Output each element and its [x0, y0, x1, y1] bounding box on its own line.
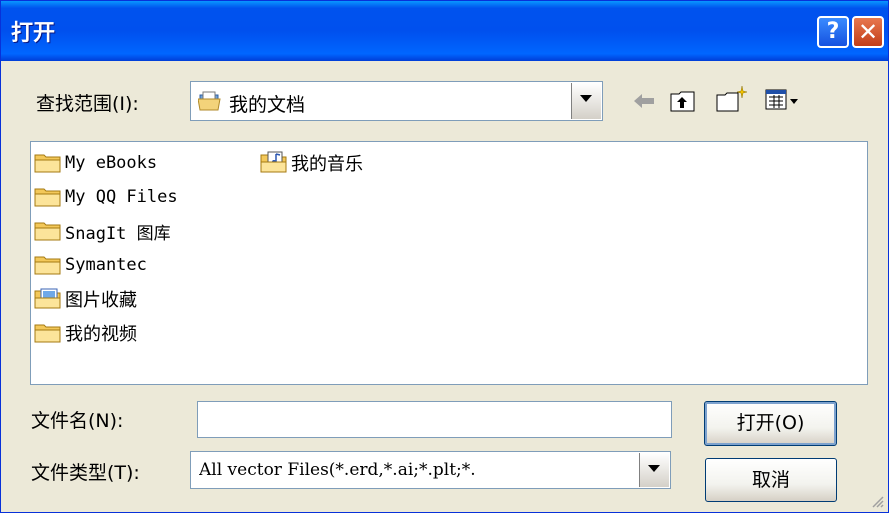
- new-folder-icon[interactable]: [716, 85, 748, 113]
- help-button[interactable]: ?: [817, 16, 849, 48]
- chevron-down-icon: [648, 465, 660, 472]
- file-name: 图片收藏: [65, 290, 137, 311]
- file-type-dropdown-button[interactable]: [639, 453, 669, 487]
- music-folder-icon: [260, 151, 287, 173]
- folder-icon: [34, 188, 61, 207]
- folder-icon: [34, 222, 61, 241]
- folder-icon: [34, 256, 61, 275]
- file-type-label: 文件类型(T):: [31, 462, 140, 484]
- list-item[interactable]: My QQ Files: [33, 182, 178, 212]
- folder-icon: [34, 324, 61, 343]
- file-name: Symantec: [65, 255, 147, 275]
- file-type-value: All vector Files(*.erd,*.ai;*.plt;*.: [199, 460, 476, 480]
- cancel-button[interactable]: 取消: [705, 458, 837, 502]
- list-item[interactable]: SnagIt 图库: [33, 216, 171, 246]
- pictures-folder-icon: [34, 288, 61, 309]
- up-folder-icon[interactable]: [670, 89, 696, 113]
- file-type-dropdown[interactable]: All vector Files(*.erd,*.ai;*.plt;*.: [190, 451, 671, 489]
- list-item[interactable]: 我的音乐: [259, 148, 363, 178]
- resize-grip-icon[interactable]: [870, 494, 884, 508]
- list-item[interactable]: My eBooks: [33, 148, 157, 178]
- file-name-label: 文件名(N):: [31, 410, 124, 432]
- look-in-label: 查找范围(I):: [36, 93, 139, 115]
- file-name: SnagIt 图库: [65, 223, 171, 244]
- my-documents-icon: [198, 91, 221, 111]
- back-arrow-icon[interactable]: [634, 93, 656, 109]
- file-name: My eBooks: [65, 153, 158, 173]
- file-name: 我的音乐: [291, 154, 363, 175]
- look-in-value: 我的文档: [229, 94, 306, 116]
- chevron-down-icon: [580, 95, 592, 102]
- list-item[interactable]: Symantec: [33, 250, 147, 280]
- file-name-input[interactable]: [197, 401, 672, 438]
- look-in-dropdown-button[interactable]: [571, 83, 601, 119]
- file-name: 我的视频: [65, 324, 137, 345]
- file-name: My QQ Files: [65, 187, 178, 207]
- folder-icon: [34, 154, 61, 173]
- look-in-dropdown[interactable]: 我的文档: [190, 81, 603, 121]
- file-list[interactable]: My eBooks My QQ Files SnagIt 图库 Symantec…: [30, 141, 868, 385]
- views-menu-icon[interactable]: [765, 89, 799, 111]
- list-item[interactable]: 图片收藏: [33, 284, 137, 314]
- close-button[interactable]: ✕: [852, 16, 884, 48]
- window-title: 打开: [11, 21, 56, 46]
- open-dialog: 打开 ? ✕ 查找范围(I): 我的文档 My eBooks My QQ Fil…: [0, 0, 889, 513]
- list-item[interactable]: 我的视频: [33, 318, 137, 348]
- title-bar[interactable]: 打开 ? ✕: [1, 1, 888, 61]
- open-button[interactable]: 打开(O): [704, 401, 837, 446]
